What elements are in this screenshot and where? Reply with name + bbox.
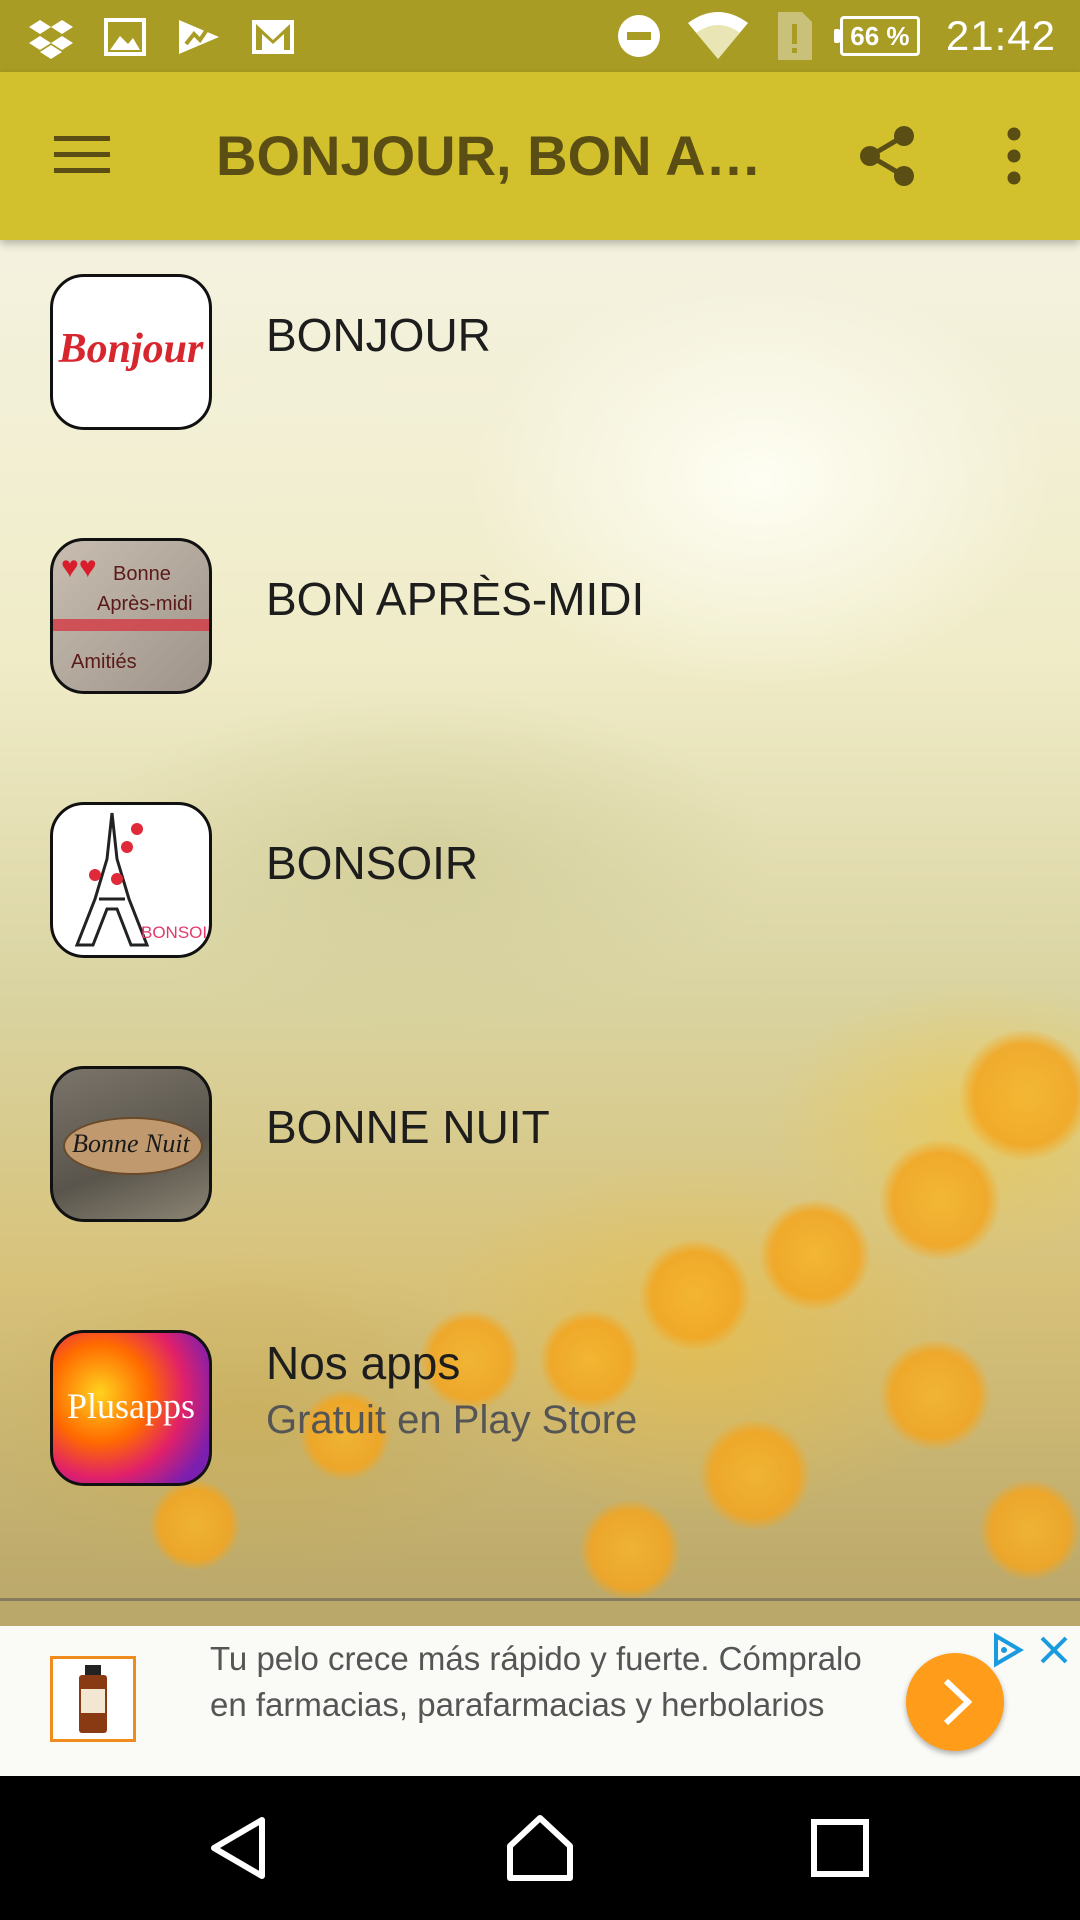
- dropbox-icon: [29, 20, 73, 59]
- clock: 21:42: [945, 12, 1056, 59]
- heart-icon: ♥♥: [61, 551, 97, 584]
- share-icon[interactable]: [856, 124, 920, 188]
- ad-image[interactable]: [50, 1656, 136, 1742]
- do-not-disturb-icon: [617, 15, 660, 57]
- list-item-bonsoir[interactable]: BONSOIR BONSOIR: [0, 768, 1080, 968]
- plusapps-thumbnail: Plusapps: [50, 1330, 212, 1486]
- thumb-text: Bonne: [113, 563, 171, 585]
- list-item-bonne-nuit[interactable]: Bonne Nuit BONNE NUIT: [0, 1032, 1080, 1232]
- bon-apres-midi-thumbnail: ♥♥ Bonne Après-midi Amitiés: [50, 538, 212, 694]
- no-sim-icon: [777, 12, 812, 60]
- item-label: BON APRÈS-MIDI: [266, 573, 645, 625]
- list-item-bon-apres-midi[interactable]: ♥♥ Bonne Après-midi Amitiés BON APRÈS-MI…: [0, 504, 1080, 704]
- status-bar: 66 % 21:42: [0, 0, 1080, 72]
- gallery-icon: [104, 18, 146, 56]
- ad-text[interactable]: Tu pelo crece más rápido y fuerte. Cómpr…: [210, 1636, 870, 1728]
- item-sublabel: Gratuit en Play Store: [266, 1398, 638, 1442]
- ad-banner[interactable]: Tu pelo crece más rápido y fuerte. Cómpr…: [0, 1626, 1080, 1776]
- thumb-text: Bonne Nuit: [72, 1129, 190, 1158]
- product-bottle-icon: [79, 1665, 107, 1733]
- analytics-icon: [179, 20, 219, 54]
- thumb-text: Amitiés: [71, 651, 137, 673]
- item-label: BONJOUR: [266, 309, 491, 361]
- thumb-text: Après-midi: [97, 593, 193, 615]
- wifi-icon: [687, 12, 748, 59]
- back-icon[interactable]: [204, 1812, 276, 1884]
- flower-decoration: [580, 1500, 680, 1600]
- battery-level: 66 %: [850, 20, 910, 51]
- list-item-nos-apps[interactable]: Plusapps Nos apps Gratuit en Play Store: [0, 1296, 1080, 1496]
- home-icon[interactable]: [504, 1812, 576, 1884]
- thumb-text: Plusapps: [66, 1386, 196, 1426]
- recents-icon[interactable]: [804, 1812, 876, 1884]
- ribbon: [53, 619, 209, 631]
- navigation-bar: [0, 1776, 1080, 1920]
- divider: [0, 1598, 1080, 1601]
- close-icon[interactable]: [1036, 1632, 1072, 1668]
- menu-icon[interactable]: [52, 130, 112, 180]
- more-vert-icon[interactable]: [996, 124, 1032, 188]
- item-label: BONSOIR: [266, 837, 479, 889]
- category-list: Bonjour BONJOUR ♥♥ Bonne Après-midi Amit…: [0, 240, 1080, 1626]
- list-item-bonjour[interactable]: Bonjour BONJOUR: [0, 240, 1080, 440]
- item-label: Nos apps: [266, 1337, 461, 1389]
- app-title: BONJOUR, BON APRÈS-MIDI, BONSOIR, BONNE …: [216, 124, 776, 187]
- item-label: BONNE NUIT: [266, 1101, 550, 1153]
- thumb-text: Bonjour: [58, 326, 204, 372]
- adchoices-icon[interactable]: [990, 1632, 1026, 1668]
- battery-icon: 66 %: [833, 16, 920, 56]
- bonne-nuit-thumbnail: Bonne Nuit: [50, 1066, 212, 1222]
- app-bar: BONJOUR, BON APRÈS-MIDI, BONSOIR, BONNE …: [0, 72, 1080, 240]
- bonjour-thumbnail: Bonjour: [50, 274, 212, 430]
- thumb-text: BONSOIR: [141, 923, 212, 942]
- bonsoir-thumbnail: BONSOIR: [50, 802, 212, 958]
- gmail-icon: [252, 20, 294, 54]
